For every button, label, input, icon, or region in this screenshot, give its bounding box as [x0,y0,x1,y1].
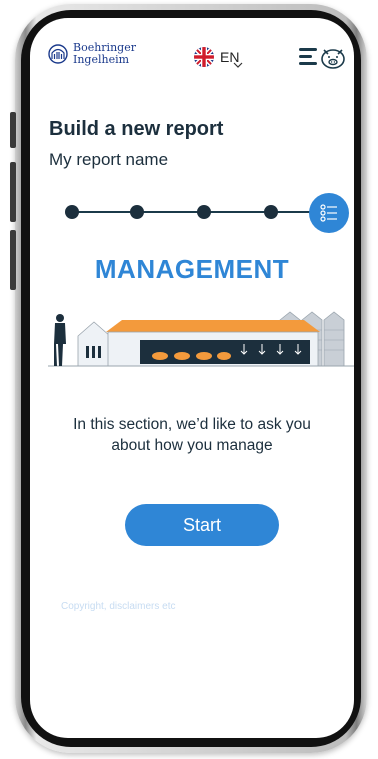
app-screen: Boehringer Ingelheim EN Build a new repo… [30,18,354,738]
volume-up-button [10,162,16,222]
section-title: MANAGEMENT [94,254,290,284]
brand-line-2: Ingelheim [73,53,130,66]
boehringer-logo-icon [48,44,68,64]
hamburger-menu-icon[interactable] [299,48,319,66]
mute-switch [10,112,16,148]
uk-flag-icon [194,47,214,67]
chevron-down-icon[interactable] [233,62,243,68]
brand-logo[interactable]: Boehringer Ingelheim [48,42,136,66]
report-name: My report name [49,150,169,169]
brand-name: Boehringer Ingelheim [73,42,136,66]
section-description: In this section, we’d like to ask you ab… [73,416,311,454]
pig-icon[interactable] [319,46,347,70]
step-3[interactable] [197,205,211,219]
farm-barn-illustration [48,311,354,367]
copyright-link[interactable]: Copyright, disclaimers etc [61,601,175,612]
checklist-icon [320,204,337,222]
step-2[interactable] [130,205,144,219]
volume-down-button [10,230,16,290]
page-title: Build a new report [49,118,224,140]
step-4[interactable] [264,205,278,219]
progress-stepper [30,193,354,233]
step-5-active[interactable] [309,193,349,233]
start-button[interactable]: Start [125,504,279,546]
step-1[interactable] [65,205,79,219]
